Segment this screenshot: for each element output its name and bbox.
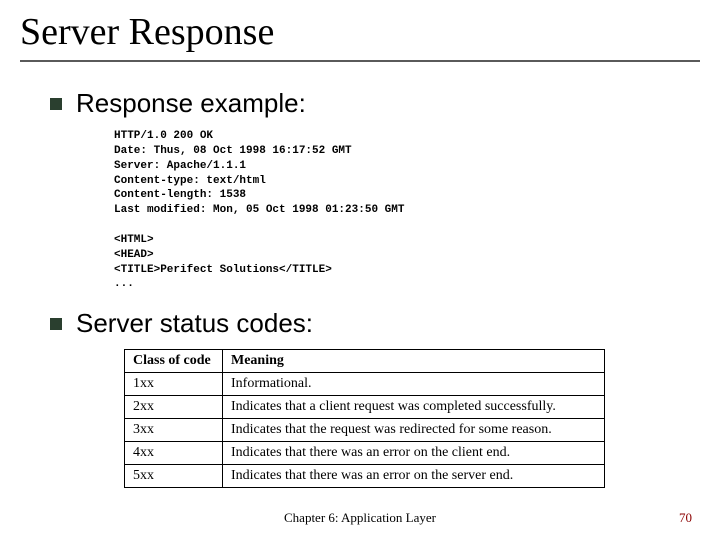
bullet-label: Server status codes: bbox=[76, 308, 313, 339]
cell-meaning: Informational. bbox=[223, 373, 605, 396]
http-line: <TITLE>Perifect Solutions</TITLE> bbox=[114, 264, 332, 276]
bullet-response-example: Response example: bbox=[50, 88, 670, 119]
cell-code: 2xx bbox=[125, 396, 223, 419]
status-table-wrap: Class of code Meaning 1xx Informational.… bbox=[124, 349, 670, 488]
page-number: 70 bbox=[679, 510, 692, 526]
cell-code: 3xx bbox=[125, 419, 223, 442]
table-row: 2xx Indicates that a client request was … bbox=[125, 396, 605, 419]
header-meaning: Meaning bbox=[223, 350, 605, 373]
table-header-row: Class of code Meaning bbox=[125, 350, 605, 373]
footer-text: Chapter 6: Application Layer bbox=[0, 510, 720, 526]
cell-code: 5xx bbox=[125, 465, 223, 488]
table-row: 4xx Indicates that there was an error on… bbox=[125, 442, 605, 465]
cell-code: 4xx bbox=[125, 442, 223, 465]
status-codes-table: Class of code Meaning 1xx Informational.… bbox=[124, 349, 605, 488]
slide: Server Response Response example: HTTP/1… bbox=[0, 0, 720, 540]
bullet-label: Response example: bbox=[76, 88, 306, 119]
table-row: 3xx Indicates that the request was redir… bbox=[125, 419, 605, 442]
title-wrap: Server Response bbox=[0, 0, 720, 54]
http-line: Server: Apache/1.1.1 bbox=[114, 160, 246, 172]
slide-body: Response example: HTTP/1.0 200 OK Date: … bbox=[0, 62, 720, 488]
table-row: 1xx Informational. bbox=[125, 373, 605, 396]
cell-meaning: Indicates that there was an error on the… bbox=[223, 442, 605, 465]
square-bullet-icon bbox=[50, 318, 62, 330]
header-class: Class of code bbox=[125, 350, 223, 373]
bullet-status-codes: Server status codes: bbox=[50, 308, 670, 339]
http-line: ... bbox=[114, 278, 134, 290]
page-title: Server Response bbox=[20, 10, 700, 54]
square-bullet-icon bbox=[50, 98, 62, 110]
http-response-block: HTTP/1.0 200 OK Date: Thus, 08 Oct 1998 … bbox=[114, 129, 670, 292]
http-line: Date: Thus, 08 Oct 1998 16:17:52 GMT bbox=[114, 145, 352, 157]
http-line: HTTP/1.0 200 OK bbox=[114, 130, 213, 142]
cell-meaning: Indicates that the request was redirecte… bbox=[223, 419, 605, 442]
http-line: <HEAD> bbox=[114, 249, 154, 261]
cell-meaning: Indicates that a client request was comp… bbox=[223, 396, 605, 419]
table-row: 5xx Indicates that there was an error on… bbox=[125, 465, 605, 488]
cell-code: 1xx bbox=[125, 373, 223, 396]
http-line: Content-type: text/html bbox=[114, 175, 266, 187]
http-line: Last modified: Mon, 05 Oct 1998 01:23:50… bbox=[114, 204, 404, 216]
http-line: Content-length: 1538 bbox=[114, 189, 246, 201]
http-line: <HTML> bbox=[114, 234, 154, 246]
cell-meaning: Indicates that there was an error on the… bbox=[223, 465, 605, 488]
